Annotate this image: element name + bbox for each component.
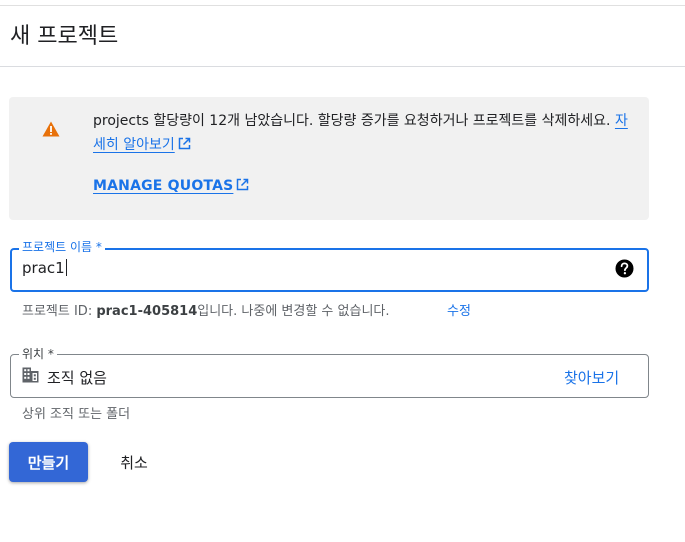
create-button[interactable]: 만들기 xyxy=(9,442,88,482)
external-link-icon xyxy=(237,178,249,191)
external-link-icon xyxy=(178,137,190,150)
project-id-hint: 프로젝트 ID: prac1-405814입니다. 나중에 변경할 수 없습니다… xyxy=(22,300,390,319)
quota-message: projects 할당량이 12개 남았습니다. 할당량 증가를 요청하거나 프… xyxy=(93,113,611,129)
project-id-suffix: 입니다. 나중에 변경할 수 없습니다. xyxy=(197,304,390,319)
location-label: 위치 * xyxy=(19,347,57,361)
location-hint: 상위 조직 또는 폴더 xyxy=(22,407,131,422)
cancel-button[interactable]: 취소 xyxy=(108,442,160,482)
edit-project-id-link[interactable]: 수정 xyxy=(447,300,471,319)
manage-quotas-label: MANAGE QUOTAS xyxy=(93,178,234,194)
warning-icon xyxy=(42,121,60,137)
quota-notice-text: projects 할당량이 12개 남았습니다. 할당량 증가를 요청하거나 프… xyxy=(93,109,638,157)
project-id-value: prac1-405814 xyxy=(96,304,198,319)
organization-icon xyxy=(22,367,39,383)
project-name-text: prac1 xyxy=(22,259,65,277)
help-icon[interactable] xyxy=(615,259,634,278)
quota-notice: projects 할당량이 12개 남았습니다. 할당량 증가를 요청하거나 프… xyxy=(9,97,649,220)
project-name-input[interactable] xyxy=(10,248,649,292)
browse-button[interactable]: 찾아보기 xyxy=(564,367,619,388)
manage-quotas-link[interactable]: MANAGE QUOTAS xyxy=(93,178,249,194)
page-title: 새 프로젝트 xyxy=(10,24,119,49)
location-value: 조직 없음 xyxy=(47,369,107,387)
project-name-value[interactable]: prac1 xyxy=(22,259,67,277)
text-cursor xyxy=(65,259,67,276)
project-name-label: 프로젝트 이름 * xyxy=(19,240,105,254)
project-id-prefix: 프로젝트 ID: xyxy=(22,304,97,319)
header-divider xyxy=(0,66,685,67)
top-divider xyxy=(0,5,685,6)
new-project-page: 새 프로젝트 projects 할당량이 12개 남았습니다. 할당량 증가를 … xyxy=(0,0,685,542)
